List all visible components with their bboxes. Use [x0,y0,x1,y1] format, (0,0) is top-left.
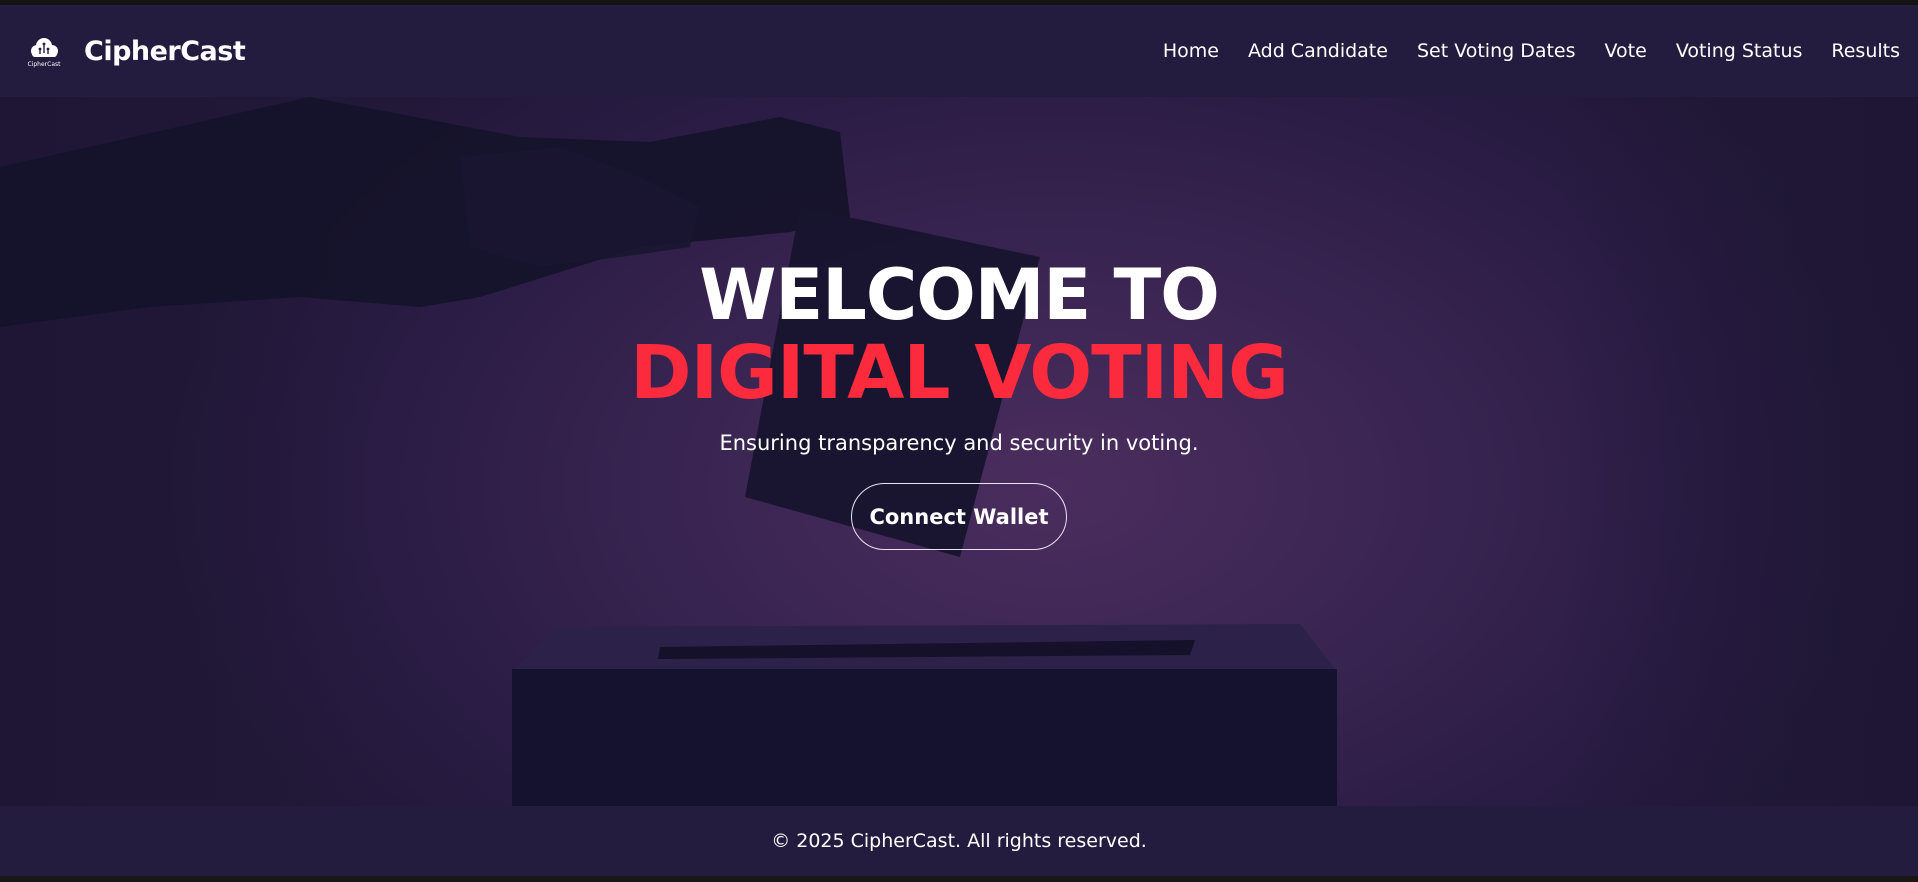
hero-title-line2: DIGITAL VOTING [630,330,1289,416]
cloud-logo-icon[interactable]: CipherCast [24,31,64,71]
hero-title-line1: WELCOME TO [699,254,1220,336]
hero-subtitle: Ensuring transparency and security in vo… [719,431,1199,455]
hero-content: WELCOME TO DIGITAL VOTING Ensuring trans… [0,97,1918,806]
nav-link-add-candidate[interactable]: Add Candidate [1248,40,1388,62]
footer: © 2025 CipherCast. All rights reserved. [0,806,1918,876]
hero-section: WELCOME TO DIGITAL VOTING Ensuring trans… [0,97,1918,806]
brand-name[interactable]: CipherCast [84,36,246,67]
main-nav: Home Add Candidate Set Voting Dates Vote… [1163,40,1900,62]
footer-copyright: © 2025 CipherCast. All rights reserved. [771,830,1147,852]
navbar: CipherCast CipherCast Home Add Candidate… [0,5,1918,97]
nav-link-results[interactable]: Results [1831,40,1900,62]
brand[interactable]: CipherCast CipherCast [24,31,246,71]
nav-link-vote[interactable]: Vote [1605,40,1647,62]
nav-link-home[interactable]: Home [1163,40,1219,62]
logo-wordmark: CipherCast [28,61,62,68]
nav-link-set-voting-dates[interactable]: Set Voting Dates [1417,40,1576,62]
window-bottom-strip [0,876,1918,882]
nav-link-voting-status[interactable]: Voting Status [1676,40,1803,62]
connect-wallet-button[interactable]: Connect Wallet [851,483,1067,550]
